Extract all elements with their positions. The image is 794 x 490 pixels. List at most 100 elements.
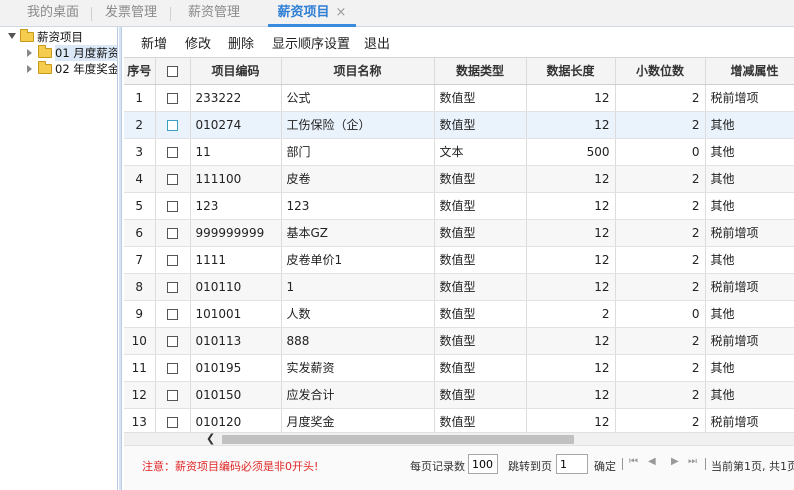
cell-data-type: 文本 [434,138,527,166]
collapse-arrow-icon[interactable] [27,49,32,57]
table-row[interactable]: 8 010110 1 数值型 12 2 税前增项 [124,273,794,301]
cell-seq: 9 [124,300,156,328]
row-checkbox[interactable] [167,119,178,131]
select-all-checkbox[interactable] [167,65,178,77]
column-header-data-type[interactable]: 数据类型 [434,58,527,85]
cell-decimals: 2 [615,354,706,382]
cell-name: 123 [281,192,435,220]
table-row[interactable]: 5 123 123 数值型 12 2 其他 [124,192,794,220]
page-size-input[interactable] [468,454,498,474]
column-header-code[interactable]: 项目编码 [190,58,282,85]
row-checkbox[interactable] [167,173,178,185]
tab-salary-items[interactable]: 薪资项目 × [268,0,356,27]
cell-data-length: 12 [526,327,616,355]
cell-decimals: 0 [615,300,706,328]
cell-decimals: 2 [615,165,706,193]
tree-node-root[interactable]: 薪资项目 [6,29,116,45]
jump-page-input[interactable] [556,454,588,474]
column-header-select[interactable] [155,58,191,85]
exit-button[interactable]: 退出 [364,33,390,52]
delete-button[interactable]: 删除 [228,33,254,52]
cell-code: 233222 [190,84,282,112]
row-checkbox[interactable] [167,416,178,428]
pager-separator [705,458,706,470]
table-row[interactable]: 4 111100 皮卷 数值型 12 2 其他 [124,165,794,193]
table-row[interactable]: 3 11 部门 文本 500 0 其他 [124,138,794,166]
cell-data-type: 数值型 [434,219,527,247]
confirm-button[interactable]: 确定 [594,458,616,474]
column-header-seq[interactable]: 序号 [124,58,156,85]
row-checkbox[interactable] [167,335,178,347]
cell-data-length: 12 [526,219,616,247]
table-row[interactable]: 2 010274 工伤保险（企） 数值型 12 2 其他 [124,111,794,139]
table-row[interactable]: 12 010150 应发合计 数值型 12 2 其他 [124,381,794,409]
column-header-name[interactable]: 项目名称 [281,58,435,85]
close-icon[interactable]: × [336,5,347,20]
edit-button[interactable]: 修改 [185,33,211,52]
cell-name: 基本GZ [281,219,435,247]
cell-name: 应发合计 [281,381,435,409]
table-row[interactable]: 7 1111 皮卷单价1 数值型 12 2 其他 [124,246,794,274]
cell-select [155,165,191,193]
column-header-decimals[interactable]: 小数位数 [615,58,706,85]
cell-attribute: 税前增项 [705,84,794,112]
row-checkbox[interactable] [167,308,178,320]
cell-data-type: 数值型 [434,84,527,112]
page-info: 当前第1页, 共1页 [711,460,794,473]
row-checkbox[interactable] [167,92,178,104]
cell-data-type: 数值型 [434,354,527,382]
scrollbar-thumb[interactable] [222,435,574,444]
scroll-left-icon[interactable]: ❮ [206,433,215,445]
table-row[interactable]: 11 010195 实发薪资 数值型 12 2 其他 [124,354,794,382]
row-checkbox[interactable] [167,254,178,266]
expand-arrow-icon[interactable] [8,33,16,39]
row-checkbox[interactable] [167,146,178,158]
cell-data-type: 数值型 [434,273,527,301]
cell-seq: 2 [124,111,156,139]
row-checkbox[interactable] [167,389,178,401]
cell-code: 101001 [190,300,282,328]
cell-name: 公式 [281,84,435,112]
cell-code: 1111 [190,246,282,274]
row-checkbox[interactable] [167,200,178,212]
cell-data-type: 数值型 [434,165,527,193]
last-page-icon[interactable]: ⏭ [688,456,697,467]
cell-data-length: 12 [526,273,616,301]
pager-bar: 注意：薪资项目编码必须是非0开头! 每页记录数 跳转到页 确定 ⏮ ◀ ▶ ⏭ … [124,445,794,490]
tree-node-monthly-salary[interactable]: 01 月度薪资 [24,45,117,61]
cell-data-type: 数值型 [434,246,527,274]
cell-data-length: 500 [526,138,616,166]
table-row[interactable]: 1 233222 公式 数值型 12 2 税前增项 [124,84,794,112]
add-button[interactable]: 新增 [141,33,167,52]
cell-code: 010120 [190,408,282,432]
column-header-attribute[interactable]: 增减属性 [705,58,794,85]
splitter[interactable] [119,27,122,490]
cell-name: 实发薪资 [281,354,435,382]
cell-decimals: 2 [615,219,706,247]
tab-salary-management[interactable]: 薪资管理 [174,0,254,27]
display-order-button[interactable]: 显示顺序设置 [272,33,350,52]
tree-node-annual-bonus[interactable]: 02 年度奖金 [24,61,117,77]
row-checkbox[interactable] [167,227,178,239]
first-page-icon[interactable]: ⏮ [629,456,638,467]
cell-data-length: 12 [526,354,616,382]
cell-attribute: 其他 [705,354,794,382]
page-size-label: 每页记录数 [410,460,465,473]
cell-select [155,273,191,301]
table-row[interactable]: 10 010113 888 数值型 12 2 税前增项 [124,327,794,355]
cell-seq: 10 [124,327,156,355]
table-row[interactable]: 9 101001 人数 数值型 2 0 其他 [124,300,794,328]
toolbar: 新增 修改 删除 显示顺序设置 退出 [124,27,794,57]
horizontal-scrollbar[interactable]: ❮ [124,432,794,445]
cell-attribute: 其他 [705,138,794,166]
column-header-data-length[interactable]: 数据长度 [526,58,616,85]
tab-my-desktop[interactable]: 我的桌面 [14,0,92,27]
next-page-icon[interactable]: ▶ [671,456,679,467]
table-row[interactable]: 6 999999999 基本GZ 数值型 12 2 税前增项 [124,219,794,247]
table-row[interactable]: 13 010120 月度奖金 数值型 12 2 税前增项 [124,408,794,432]
collapse-arrow-icon[interactable] [27,65,32,73]
tab-invoice-management[interactable]: 发票管理 [92,0,170,27]
row-checkbox[interactable] [167,362,178,374]
prev-page-icon[interactable]: ◀ [648,456,656,467]
row-checkbox[interactable] [167,281,178,293]
